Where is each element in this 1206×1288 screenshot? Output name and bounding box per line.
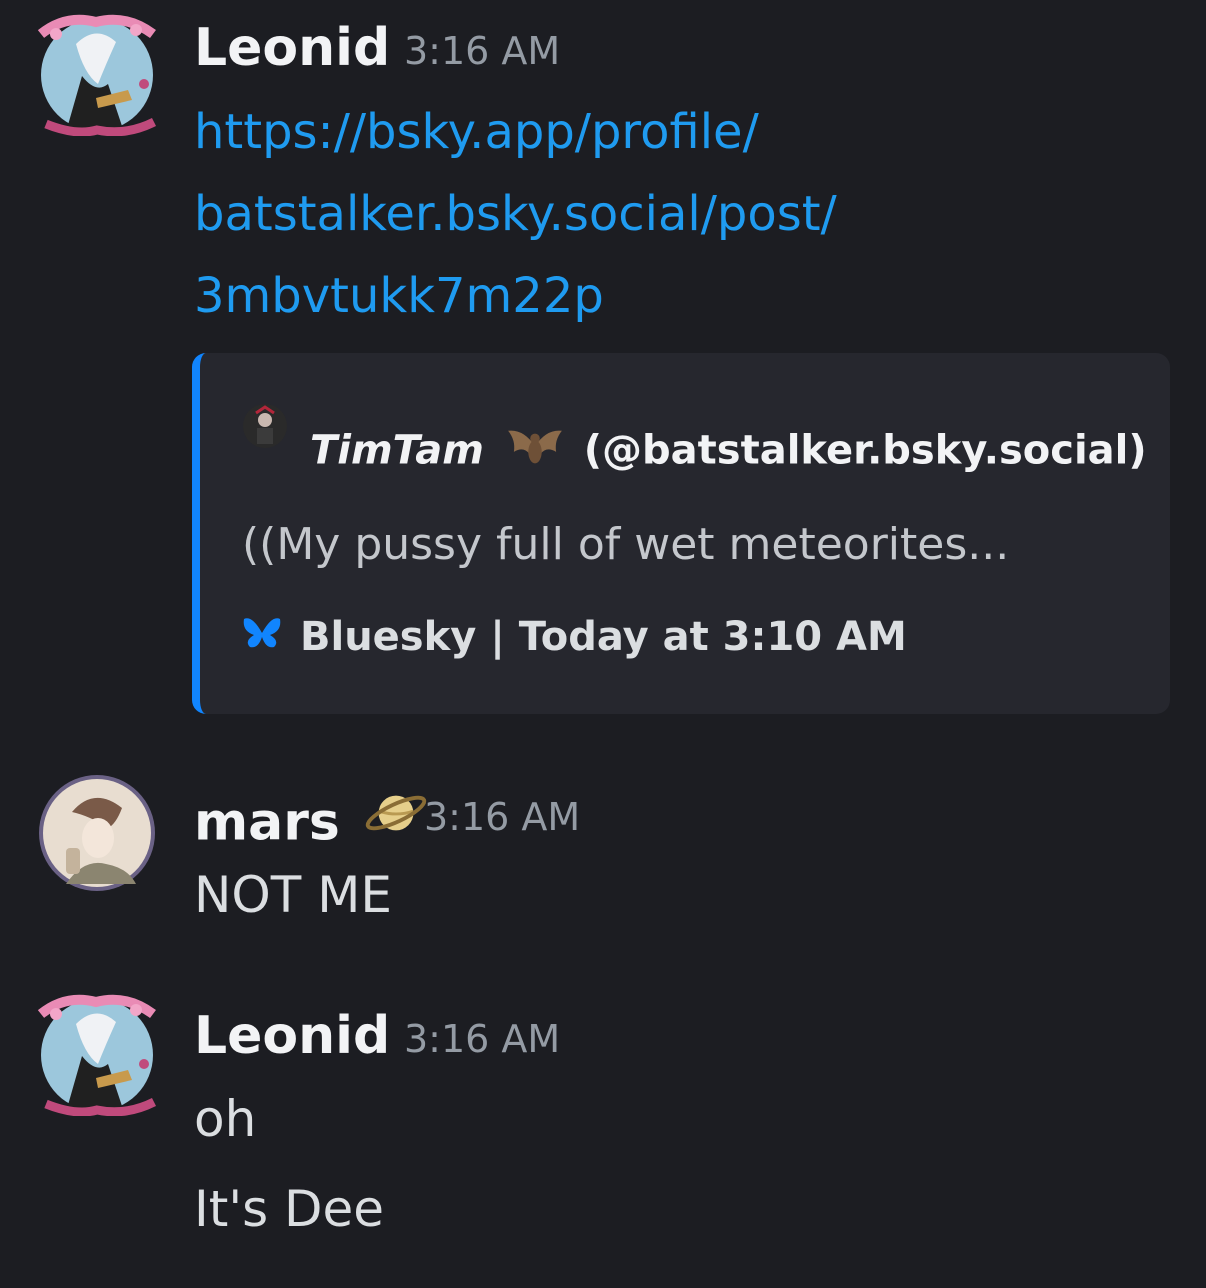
timestamp: 3:16 AM bbox=[424, 795, 581, 839]
butterfly-icon bbox=[242, 615, 282, 658]
timestamp: 3:16 AM bbox=[404, 29, 561, 73]
bsky-link-line-3[interactable]: 3mbvtukk7m22p bbox=[194, 272, 604, 320]
message-text: NOT ME bbox=[194, 866, 392, 924]
message-leonid-1: Leonid 3:16 AM https://bsky.app/profile/… bbox=[0, 0, 1206, 740]
username[interactable]: mars bbox=[194, 792, 430, 859]
bat-icon bbox=[506, 425, 564, 480]
bsky-link-line-2[interactable]: batstalker.bsky.social/post/ bbox=[194, 190, 837, 238]
embed-author-name: TimTam bbox=[310, 427, 484, 474]
leonid-avatar-icon bbox=[37, 14, 157, 136]
timestamp: 3:16 AM bbox=[404, 1017, 561, 1061]
embed-footer-text: Bluesky | Today at 3:10 AM bbox=[300, 613, 907, 660]
bsky-link-line-1[interactable]: https://bsky.app/profile/ bbox=[194, 108, 759, 156]
mars-avatar[interactable] bbox=[36, 772, 158, 894]
embed-author[interactable]: TimTam (@batstalker.bsky.social) bbox=[310, 425, 1147, 480]
saturn-icon bbox=[362, 784, 430, 851]
message-text: It's Dee bbox=[194, 1180, 385, 1238]
timtam-avatar-icon bbox=[243, 404, 287, 448]
message-leonid-2: Leonid 3:16 AM oh It's Dee bbox=[0, 990, 1206, 1288]
embed-author-handle: (@batstalker.bsky.social) bbox=[583, 427, 1147, 474]
embed-description: ((My pussy full of wet meteorites... bbox=[242, 519, 1010, 570]
embed-footer: Bluesky | Today at 3:10 AM bbox=[242, 615, 907, 658]
leonid-avatar[interactable] bbox=[36, 994, 158, 1116]
message-mars: mars 3:16 AM NOT ME bbox=[0, 760, 1206, 960]
mars-avatar-icon bbox=[39, 775, 155, 891]
username-text: mars bbox=[194, 792, 340, 853]
message-text: oh bbox=[194, 1090, 257, 1148]
username[interactable]: Leonid bbox=[194, 22, 390, 74]
embed-author-avatar bbox=[242, 403, 288, 449]
leonid-avatar[interactable] bbox=[36, 14, 158, 136]
link-embed: TimTam (@batstalker.bsky.social) ((My pu… bbox=[192, 353, 1170, 714]
username[interactable]: Leonid bbox=[194, 1010, 390, 1062]
leonid-avatar-icon bbox=[37, 994, 157, 1116]
